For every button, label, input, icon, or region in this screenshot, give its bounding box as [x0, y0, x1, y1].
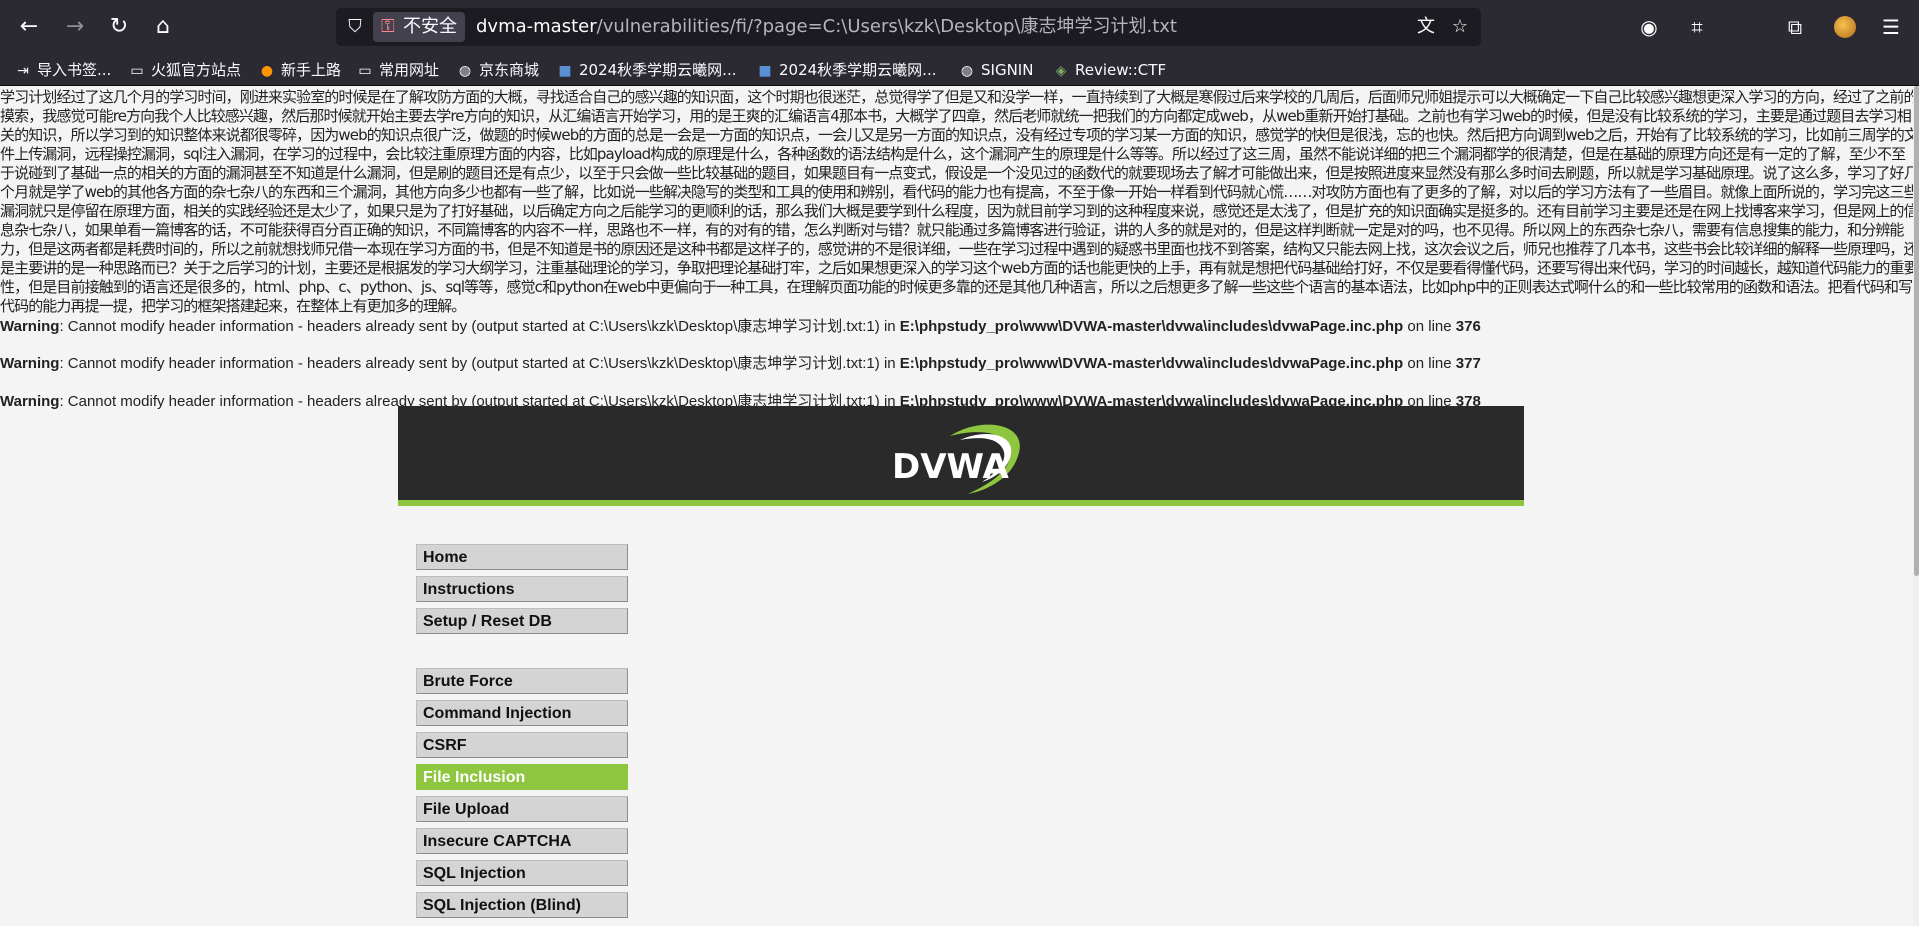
profile-avatar[interactable]: [1834, 16, 1856, 38]
menu-item-file-upload[interactable]: File Upload: [416, 796, 628, 822]
browser-toolbar: ← → ↻ ⌂ ⛉ ⚿ 不安全 dvma-master/vulnerabilit…: [0, 0, 1919, 54]
folder-icon: ▭: [358, 63, 372, 79]
menu-item-home[interactable]: Home: [416, 544, 628, 570]
url-text[interactable]: dvma-master/vulnerabilities/fi/?page=C:\…: [476, 8, 1177, 46]
scrollbar-thumb[interactable]: [1914, 86, 1919, 576]
menu-item-insecure-captcha[interactable]: Insecure CAPTCHA: [416, 828, 628, 854]
dvwa-header: DVWA: [398, 406, 1524, 506]
broken-lock-icon: ⚿: [381, 16, 395, 37]
account-icon[interactable]: ◉: [1634, 12, 1664, 42]
bookmark-folder[interactable]: ▭ 火狐官方站点: [128, 58, 241, 82]
menu-item-sql-injection-blind[interactable]: SQL Injection (Blind): [416, 892, 628, 918]
dvwa-logo: DVWA: [892, 424, 1020, 494]
globe-icon: ◍: [960, 63, 974, 79]
home-button[interactable]: ⌂: [148, 12, 178, 42]
shield-icon[interactable]: ⛉: [344, 16, 366, 38]
url-host: dvma-master: [476, 16, 597, 37]
security-label: 不安全: [403, 16, 457, 37]
forward-button[interactable]: →: [60, 12, 90, 42]
firefox-icon: ●: [260, 63, 274, 79]
dvwa-container: DVWA Home Instructions Setup / Reset DB …: [398, 406, 1524, 926]
back-button[interactable]: ←: [14, 12, 44, 42]
bookmark-star-icon[interactable]: ☆: [1448, 16, 1472, 38]
bookmark-item[interactable]: ● 新手上路: [258, 58, 341, 82]
menu-item-instructions[interactable]: Instructions: [416, 576, 628, 602]
menu-item-csrf[interactable]: CSRF: [416, 732, 628, 758]
address-bar[interactable]: ⛉ ⚿ 不安全 dvma-master/vulnerabilities/fi/?…: [336, 8, 1481, 46]
menu-icon[interactable]: ☰: [1876, 12, 1906, 42]
url-path: /vulnerabilities/fi/?page=C:\Users\kzk\D…: [596, 16, 1177, 37]
bookmarks-bar: ⇥ 导入书签... ▭ 火狐官方站点 ● 新手上路 ▭ 常用网址 ◍ 京东商城 ■ 2024…: [0, 54, 1919, 86]
bookmark-item[interactable]: ◍ SIGNIN: [958, 58, 1034, 82]
translate-icon[interactable]: 文: [1414, 16, 1438, 38]
php-warning: Warning: Cannot modify header informatio…: [0, 355, 1481, 372]
menu-item-setup[interactable]: Setup / Reset DB: [416, 608, 628, 634]
bookmark-item[interactable]: ⇥ 导入书签...: [14, 58, 111, 82]
bookmark-folder[interactable]: ▭ 常用网址: [356, 58, 439, 82]
bookmark-item[interactable]: ◍ 京东商城: [456, 58, 539, 82]
import-icon: ⇥: [17, 63, 29, 79]
bookmark-item[interactable]: ◈ Review::CTF: [1052, 58, 1166, 82]
site-icon: ■: [558, 63, 572, 79]
folder-icon: ▭: [130, 63, 144, 79]
bookmark-item[interactable]: ■ 2024秋季学期云曦网...: [756, 58, 936, 82]
menu-item-brute-force[interactable]: Brute Force: [416, 668, 628, 694]
extensions-icon[interactable]: ⧉: [1780, 12, 1810, 42]
site-icon: ■: [758, 63, 772, 79]
reload-button[interactable]: ↻: [104, 12, 134, 42]
menu-item-sql-injection[interactable]: SQL Injection: [416, 860, 628, 886]
globe-icon: ◍: [458, 63, 472, 79]
included-file-text: 学习计划经过了这几个月的学习时间，刚进来实验室的时候是在了解攻防方面的大概，寻找…: [0, 88, 1919, 315]
screenshot-crop-icon[interactable]: ⌗: [1682, 12, 1712, 42]
menu-item-command-injection[interactable]: Command Injection: [416, 700, 628, 726]
bookmark-item[interactable]: ■ 2024秋季学期云曦网...: [556, 58, 736, 82]
dvwa-logo-text: DVWA: [892, 447, 1010, 487]
connection-insecure-indicator[interactable]: ⚿ 不安全: [373, 12, 465, 42]
page-scrollbar[interactable]: [1913, 86, 1919, 926]
site-icon: ◈: [1055, 63, 1067, 79]
menu-item-file-inclusion[interactable]: File Inclusion: [416, 764, 628, 790]
page-content: 学习计划经过了这几个月的学习时间，刚进来实验室的时候是在了解攻防方面的大概，寻找…: [0, 86, 1919, 926]
php-warning: Warning: Cannot modify header informatio…: [0, 318, 1481, 335]
